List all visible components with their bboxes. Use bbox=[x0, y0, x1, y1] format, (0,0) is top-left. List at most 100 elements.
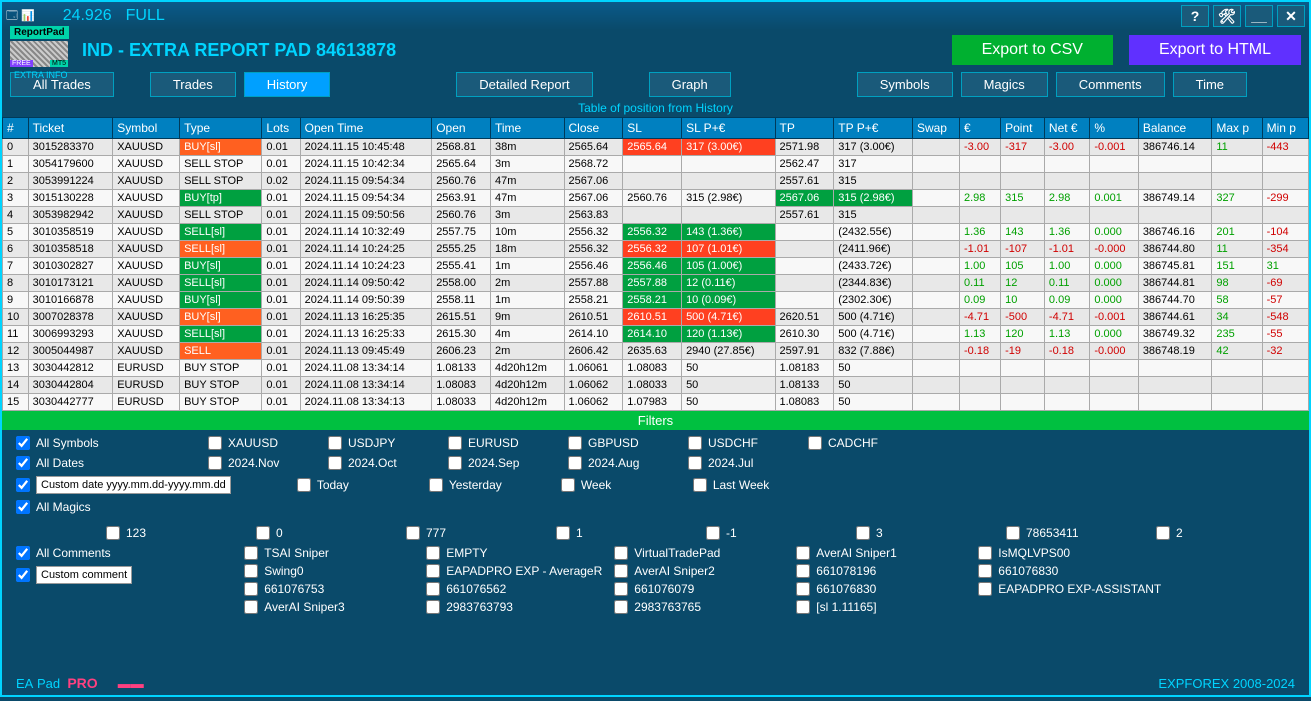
filter-check[interactable] bbox=[796, 582, 810, 596]
table-row[interactable]: 103007028378XAUUSDBUY[sl]0.012024.11.13 … bbox=[3, 309, 1309, 326]
custom-date-check[interactable] bbox=[16, 478, 30, 492]
filter-check[interactable] bbox=[796, 546, 810, 560]
table-row[interactable]: 43053982942XAUUSDSELL STOP0.012024.11.15… bbox=[3, 207, 1309, 224]
filter-check[interactable] bbox=[614, 600, 628, 614]
filter-check[interactable] bbox=[856, 526, 870, 540]
filter-check[interactable] bbox=[978, 546, 992, 560]
table-row[interactable]: 123005044987XAUUSDSELL0.012024.11.13 09:… bbox=[3, 343, 1309, 360]
filter-check[interactable] bbox=[614, 582, 628, 596]
filter-check[interactable] bbox=[796, 564, 810, 578]
export-html-button[interactable]: Export to HTML bbox=[1129, 35, 1301, 65]
filters-bar[interactable]: Filters bbox=[2, 411, 1309, 430]
tools-button[interactable]: 🛠 bbox=[1213, 5, 1241, 27]
filter-check[interactable] bbox=[426, 600, 440, 614]
tab-symbols[interactable]: Symbols bbox=[857, 72, 953, 97]
col-header[interactable]: Point bbox=[1001, 118, 1045, 139]
filter-check[interactable] bbox=[1156, 526, 1170, 540]
table-row[interactable]: 03015283370XAUUSDBUY[sl]0.012024.11.15 1… bbox=[3, 139, 1309, 156]
table-row[interactable]: 63010358518XAUUSDSELL[sl]0.012024.11.14 … bbox=[3, 241, 1309, 258]
filter-check[interactable] bbox=[568, 456, 582, 470]
col-header[interactable]: Balance bbox=[1138, 118, 1212, 139]
col-header[interactable]: Lots bbox=[262, 118, 300, 139]
filter-check[interactable] bbox=[426, 582, 440, 596]
filter-check[interactable] bbox=[426, 564, 440, 578]
filter-check[interactable] bbox=[448, 436, 462, 450]
filter-check[interactable] bbox=[328, 456, 342, 470]
custom-comment-input[interactable]: Custom comment bbox=[36, 566, 132, 584]
filter-check[interactable] bbox=[244, 564, 258, 578]
filter-check[interactable] bbox=[208, 456, 222, 470]
all-dates-check[interactable] bbox=[16, 456, 30, 470]
tab-magics[interactable]: Magics bbox=[961, 72, 1048, 97]
table-row[interactable]: 143030442804EURUSDBUY STOP0.012024.11.08… bbox=[3, 377, 1309, 394]
filter-check[interactable] bbox=[614, 546, 628, 560]
filter-check[interactable] bbox=[244, 546, 258, 560]
minimize-button[interactable]: __ bbox=[1245, 5, 1273, 27]
filter-check[interactable] bbox=[244, 582, 258, 596]
col-header[interactable]: % bbox=[1090, 118, 1138, 139]
filter-check[interactable] bbox=[688, 456, 702, 470]
table-row[interactable]: 153030442777EURUSDBUY STOP0.012024.11.08… bbox=[3, 394, 1309, 411]
filter-check[interactable] bbox=[208, 436, 222, 450]
filter-check[interactable] bbox=[556, 526, 570, 540]
all-magics-check[interactable] bbox=[16, 500, 30, 514]
col-header[interactable]: Time bbox=[490, 118, 564, 139]
col-header[interactable]: TP P+€ bbox=[834, 118, 913, 139]
export-csv-button[interactable]: Export to CSV bbox=[952, 35, 1113, 65]
filter-check[interactable] bbox=[693, 478, 707, 492]
col-header[interactable]: € bbox=[960, 118, 1001, 139]
all-comments-check[interactable] bbox=[16, 546, 30, 560]
col-header[interactable]: Symbol bbox=[113, 118, 180, 139]
col-header[interactable]: SL bbox=[623, 118, 682, 139]
col-header[interactable]: Type bbox=[180, 118, 262, 139]
filter-check[interactable] bbox=[1006, 526, 1020, 540]
filter-check[interactable] bbox=[808, 436, 822, 450]
filter-check[interactable] bbox=[426, 546, 440, 560]
filter-check[interactable] bbox=[256, 526, 270, 540]
filter-check[interactable] bbox=[978, 564, 992, 578]
filter-check[interactable] bbox=[978, 582, 992, 596]
close-button[interactable]: ✕ bbox=[1277, 5, 1305, 27]
col-header[interactable]: Open bbox=[432, 118, 491, 139]
table-row[interactable]: 53010358519XAUUSDSELL[sl]0.012024.11.14 … bbox=[3, 224, 1309, 241]
custom-comment-check[interactable] bbox=[16, 568, 30, 582]
filter-check[interactable] bbox=[328, 436, 342, 450]
col-header[interactable]: Open Time bbox=[300, 118, 432, 139]
table-row[interactable]: 23053991224XAUUSDSELL STOP0.022024.11.15… bbox=[3, 173, 1309, 190]
filter-check[interactable] bbox=[688, 436, 702, 450]
table-row[interactable]: 83010173121XAUUSDSELL[sl]0.012024.11.14 … bbox=[3, 275, 1309, 292]
col-header[interactable]: SL P+€ bbox=[682, 118, 775, 139]
filter-check[interactable] bbox=[406, 526, 420, 540]
tab-detailed-report[interactable]: Detailed Report bbox=[456, 72, 592, 97]
col-header[interactable]: Close bbox=[564, 118, 623, 139]
col-header[interactable]: Min p bbox=[1262, 118, 1308, 139]
table-row[interactable]: 13054179600XAUUSDSELL STOP0.012024.11.15… bbox=[3, 156, 1309, 173]
filter-check[interactable] bbox=[297, 478, 311, 492]
table-row[interactable]: 33015130228XAUUSDBUY[tp]0.012024.11.15 0… bbox=[3, 190, 1309, 207]
filter-check[interactable] bbox=[429, 478, 443, 492]
col-header[interactable]: Swap bbox=[912, 118, 959, 139]
filter-check[interactable] bbox=[568, 436, 582, 450]
help-button[interactable]: ? bbox=[1181, 5, 1209, 27]
tab-comments[interactable]: Comments bbox=[1056, 72, 1165, 97]
table-row[interactable]: 73010302827XAUUSDBUY[sl]0.012024.11.14 1… bbox=[3, 258, 1309, 275]
col-header[interactable]: Net € bbox=[1044, 118, 1089, 139]
col-header[interactable]: TP bbox=[775, 118, 834, 139]
all-symbols-check[interactable] bbox=[16, 436, 30, 450]
col-header[interactable]: Max p bbox=[1212, 118, 1262, 139]
tab-time[interactable]: Time bbox=[1173, 72, 1247, 97]
filter-check[interactable] bbox=[796, 600, 810, 614]
col-header[interactable]: # bbox=[3, 118, 29, 139]
custom-date-input[interactable]: Custom date yyyy.mm.dd-yyyy.mm.dd bbox=[36, 476, 231, 494]
table-row[interactable]: 113006993293XAUUSDSELL[sl]0.012024.11.13… bbox=[3, 326, 1309, 343]
tab-graph[interactable]: Graph bbox=[649, 72, 731, 97]
table-row[interactable]: 133030442812EURUSDBUY STOP0.012024.11.08… bbox=[3, 360, 1309, 377]
filter-check[interactable] bbox=[706, 526, 720, 540]
filter-check[interactable] bbox=[448, 456, 462, 470]
filter-check[interactable] bbox=[614, 564, 628, 578]
filter-check[interactable] bbox=[244, 600, 258, 614]
filter-check[interactable] bbox=[561, 478, 575, 492]
table-row[interactable]: 93010166878XAUUSDBUY[sl]0.012024.11.14 0… bbox=[3, 292, 1309, 309]
filter-check[interactable] bbox=[106, 526, 120, 540]
tab-history[interactable]: History bbox=[244, 72, 330, 97]
